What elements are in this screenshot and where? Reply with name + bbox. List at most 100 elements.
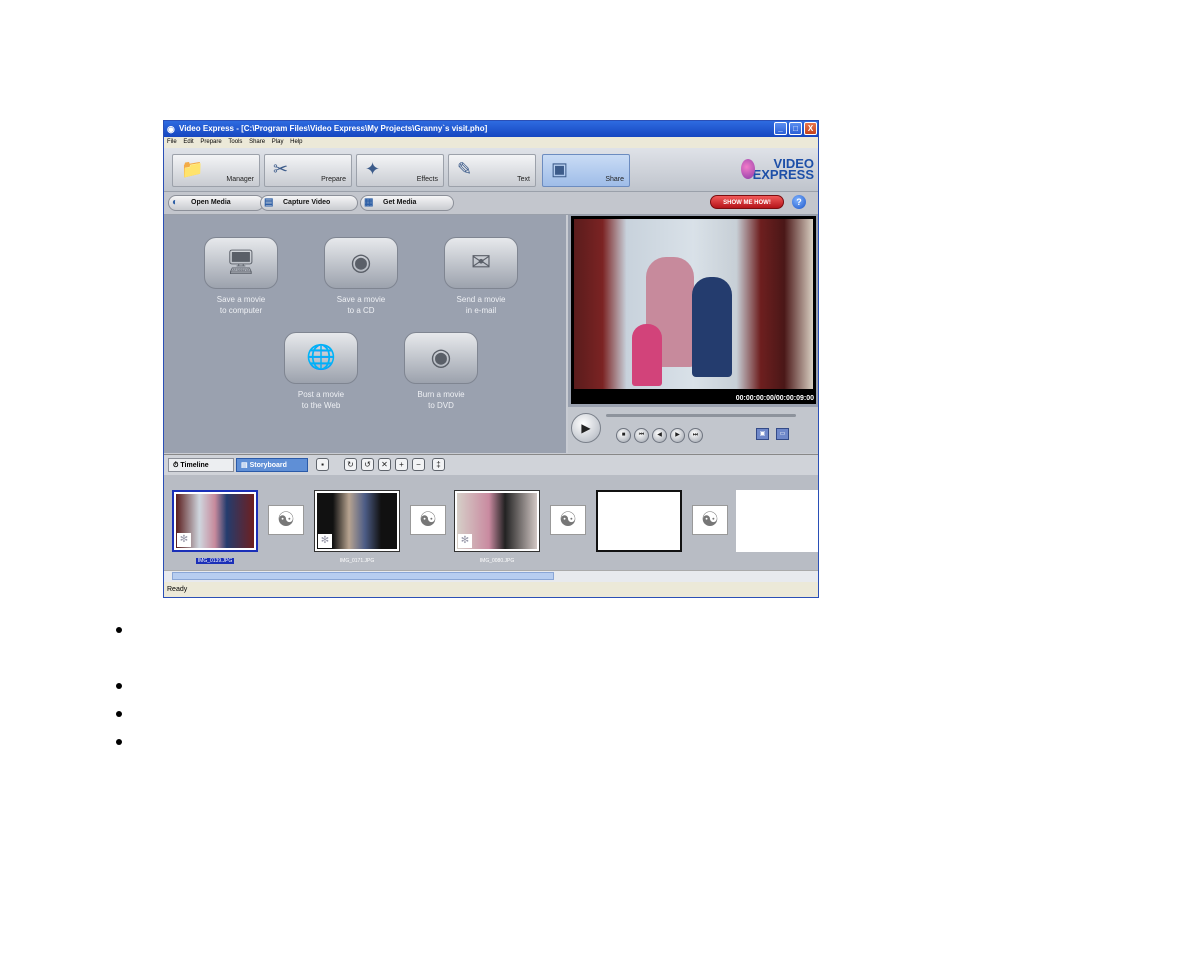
storyboard-clip[interactable]: ✻ bbox=[454, 490, 540, 552]
minimize-button[interactable]: _ bbox=[774, 122, 787, 135]
action-bar: ◐ Open Media ▤ Capture Video ▦ Get Media… bbox=[164, 192, 818, 215]
capture-video-button[interactable]: ▤ Capture Video bbox=[260, 195, 358, 211]
close-button[interactable]: X bbox=[804, 122, 817, 135]
bullet-point bbox=[116, 683, 122, 689]
logo-swirl-icon bbox=[740, 159, 755, 179]
timecode: 00:00:00:00/00:00:09:00 bbox=[735, 395, 814, 402]
text-icon: ✎ bbox=[457, 159, 473, 179]
mode-manager-label: Manager bbox=[226, 176, 254, 183]
save-to-cd-label: Save a movie to a CD bbox=[336, 295, 386, 315]
burn-dvd-label: Burn a movie to DVD bbox=[417, 390, 465, 410]
send-email-task[interactable]: ✉ Send a movie in e-mail bbox=[436, 237, 526, 316]
mode-manager-button[interactable]: 📁 Manager bbox=[172, 154, 260, 187]
post-to-web-label: Post a movie to the Web bbox=[297, 390, 345, 410]
mode-effects-button[interactable]: ✦ Effects bbox=[356, 154, 444, 187]
maximize-button[interactable]: □ bbox=[789, 122, 802, 135]
next-frame-button[interactable]: ▶ bbox=[670, 428, 685, 443]
clip-label: IMG_0139.JPG bbox=[195, 558, 235, 564]
show-me-how-button[interactable]: SHOW ME HOW! bbox=[710, 195, 784, 209]
go-to-start-button[interactable]: ⏮ bbox=[634, 428, 649, 443]
cd-icon: ◉ bbox=[324, 237, 398, 289]
effects-icon: ✦ bbox=[365, 159, 381, 179]
post-to-web-task[interactable]: 🌐 Post a movie to the Web bbox=[276, 332, 366, 411]
get-media-button[interactable]: ▦ Get Media bbox=[360, 195, 454, 211]
save-icon[interactable]: ▪ bbox=[316, 458, 329, 471]
yin-yang-transition-icon[interactable]: ☯ bbox=[550, 505, 586, 535]
insert-icon[interactable]: ‡ bbox=[432, 458, 445, 471]
menu-edit[interactable]: Edit bbox=[183, 139, 193, 145]
bullet-point bbox=[116, 627, 122, 633]
photo-person bbox=[632, 324, 662, 386]
save-to-cd-task[interactable]: ◉ Save a movie to a CD bbox=[316, 237, 406, 316]
yin-yang-transition-icon[interactable]: ☯ bbox=[410, 505, 446, 535]
open-media-label: Open Media bbox=[191, 199, 231, 206]
get-media-icon: ▦ bbox=[364, 197, 374, 208]
menu-file[interactable]: File bbox=[167, 139, 177, 145]
title-bar[interactable]: ◉ Video Express - [C:\Program Files\Vide… bbox=[164, 121, 818, 137]
tab-storyboard[interactable]: ▤ Storyboard bbox=[236, 458, 308, 472]
menu-play[interactable]: Play bbox=[272, 139, 284, 145]
seek-slider[interactable] bbox=[606, 414, 796, 417]
storyboard-clip[interactable] bbox=[596, 490, 682, 552]
storyboard-scrollbar[interactable] bbox=[164, 570, 818, 582]
prepare-icon: ✂ bbox=[273, 159, 289, 179]
manager-icon: 📁 bbox=[181, 159, 204, 179]
zoom-in-icon[interactable]: + bbox=[395, 458, 408, 471]
snapshot-icon[interactable]: ▣ bbox=[756, 428, 769, 440]
menu-tools[interactable]: Tools bbox=[228, 139, 242, 145]
mode-toolbar: 📁 Manager ✂ Prepare ✦ Effects ✎ Text ▣ S… bbox=[164, 148, 818, 192]
status-text: Ready bbox=[167, 586, 188, 593]
fullscreen-icon[interactable]: ▭ bbox=[776, 428, 789, 440]
delete-icon[interactable]: ✕ bbox=[378, 458, 391, 471]
status-bar: Ready bbox=[164, 582, 818, 597]
logo-line2: EXPRESS bbox=[752, 167, 814, 182]
play-button[interactable]: ▶ bbox=[571, 413, 601, 443]
go-to-end-button[interactable]: ⏭ bbox=[688, 428, 703, 443]
open-media-button[interactable]: ◐ Open Media bbox=[168, 195, 264, 211]
yin-yang-transition-icon[interactable]: ☯ bbox=[692, 505, 728, 535]
capture-video-label: Capture Video bbox=[283, 199, 331, 206]
get-media-label: Get Media bbox=[383, 199, 417, 206]
mode-share-button[interactable]: ▣ Share bbox=[542, 154, 630, 187]
rotate-left-icon[interactable]: ↺ bbox=[361, 458, 374, 471]
globe-icon: 🌐 bbox=[284, 332, 358, 384]
video-express-logo: VIDEO EXPRESS bbox=[740, 157, 814, 182]
mode-text-label: Text bbox=[517, 176, 530, 183]
bullet-point bbox=[116, 739, 122, 745]
scrollbar-thumb[interactable] bbox=[172, 572, 554, 580]
save-to-computer-label: Save a movie to computer bbox=[216, 295, 266, 315]
bullet-point bbox=[116, 711, 122, 717]
menu-prepare[interactable]: Prepare bbox=[200, 139, 221, 145]
menu-help[interactable]: Help bbox=[290, 139, 302, 145]
mode-effects-label: Effects bbox=[416, 176, 438, 183]
video-express-window: ◉ Video Express - [C:\Program Files\Vide… bbox=[163, 120, 819, 598]
mode-prepare-button[interactable]: ✂ Prepare bbox=[264, 154, 352, 187]
dvd-icon: ◉ bbox=[404, 332, 478, 384]
storyboard-clip[interactable] bbox=[736, 490, 818, 552]
storyboard-clip[interactable]: ✻ bbox=[172, 490, 258, 552]
clip-label: IMG_0171.JPG bbox=[339, 558, 375, 564]
photo-person bbox=[692, 277, 732, 377]
save-to-computer-icon: 🖥 bbox=[204, 237, 278, 289]
tab-timeline[interactable]: ⏱ Timeline bbox=[168, 458, 234, 472]
save-to-computer-task[interactable]: 🖥 Save a movie to computer bbox=[196, 237, 286, 316]
burn-dvd-task[interactable]: ◉ Burn a movie to DVD bbox=[396, 332, 486, 411]
clip-snowflake-icon: ✻ bbox=[177, 533, 191, 547]
clip-snowflake-icon: ✻ bbox=[458, 534, 472, 548]
storyboard-clip[interactable]: ✻ bbox=[314, 490, 400, 552]
preview-photo bbox=[574, 219, 813, 389]
window-title: Video Express - [C:\Program Files\Video … bbox=[179, 124, 488, 133]
rotate-right-icon[interactable]: ↻ bbox=[344, 458, 357, 471]
yin-yang-transition-icon[interactable]: ☯ bbox=[268, 505, 304, 535]
mode-text-button[interactable]: ✎ Text bbox=[448, 154, 536, 187]
capture-video-icon: ▤ bbox=[264, 197, 274, 208]
help-icon[interactable]: ? bbox=[792, 195, 806, 209]
timeline-toolbar: ⏱ Timeline ▤ Storyboard ▪ ↻ ↺ ✕ + − ‡ bbox=[164, 454, 818, 476]
email-icon: ✉ bbox=[444, 237, 518, 289]
mode-prepare-label: Prepare bbox=[321, 176, 346, 183]
previous-frame-button[interactable]: ◀ bbox=[652, 428, 667, 443]
zoom-out-icon[interactable]: − bbox=[412, 458, 425, 471]
menu-share[interactable]: Share bbox=[249, 139, 265, 145]
stop-button[interactable]: ■ bbox=[616, 428, 631, 443]
preview-panel: 00:00:00:00/00:00:09:00 ▶ ■ ⏮ ◀ ▶ ⏭ ▣ ▭ bbox=[568, 215, 818, 453]
